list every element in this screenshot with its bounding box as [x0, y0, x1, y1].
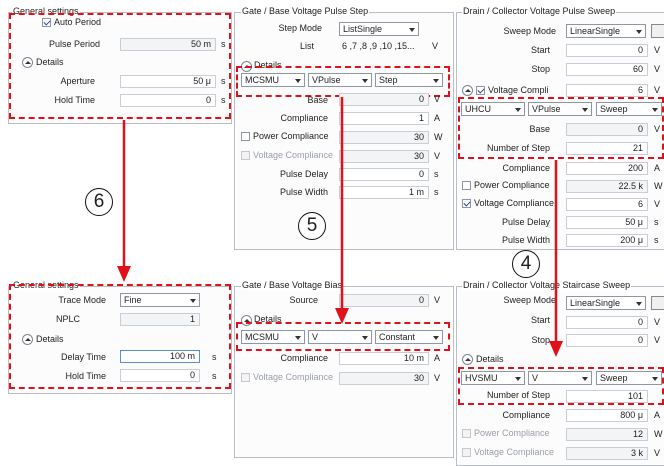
callout-5: 5	[298, 212, 326, 240]
callout-6: 6	[85, 188, 113, 216]
arrow-4-head	[549, 341, 563, 357]
arrow-6-head	[117, 266, 131, 282]
callout-4: 4	[512, 250, 540, 278]
callout-arrows	[117, 97, 563, 357]
arrow-5-head	[335, 308, 349, 324]
